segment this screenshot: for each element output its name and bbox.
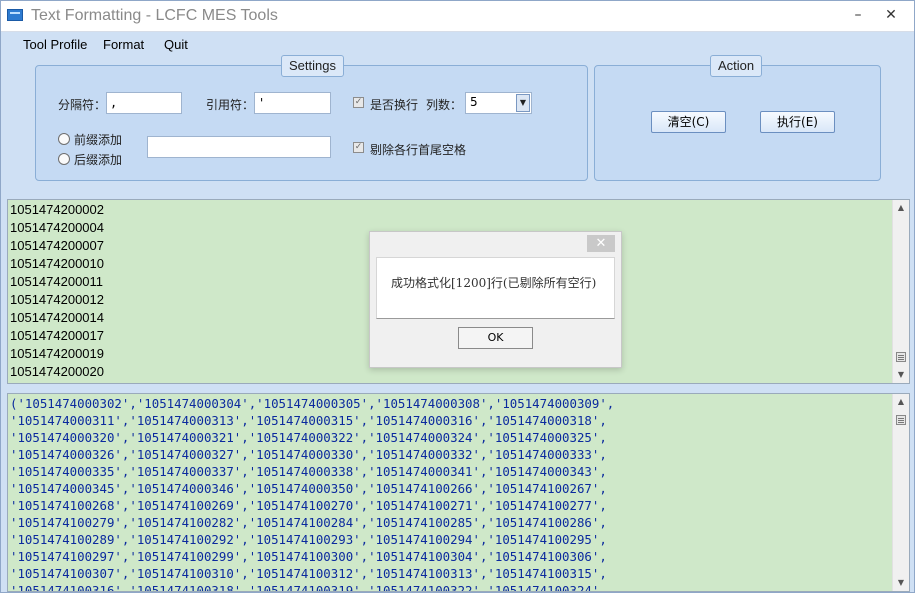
input-scrollbar[interactable]: ▲ ▼ bbox=[892, 200, 909, 383]
output-line: '1051474000320','1051474000321','1051474… bbox=[10, 430, 607, 445]
input-line: 1051474200012 bbox=[10, 292, 104, 307]
message-dialog: ✕ 成功格式化[1200]行(已剔除所有空行) OK bbox=[369, 231, 622, 368]
chevron-down-icon[interactable]: ▼ bbox=[516, 94, 530, 112]
input-line: 1051474200004 bbox=[10, 220, 104, 235]
input-lines: 1051474200002 1051474200004 1051474200007 1… bbox=[10, 201, 104, 381]
input-line: 1051474200011 bbox=[10, 274, 104, 289]
app-icon bbox=[7, 9, 23, 21]
output-scrollbar[interactable]: ▲ ▼ bbox=[892, 394, 909, 591]
output-line: '1051474100297','1051474100299','1051474… bbox=[10, 549, 607, 564]
input-line: 1051474200014 bbox=[10, 310, 104, 325]
output-lines: ('1051474000302','1051474000304','105147… bbox=[10, 395, 615, 592]
output-line: '1051474100268','1051474100269','1051474… bbox=[10, 498, 607, 513]
input-line: 1051474200007 bbox=[10, 238, 104, 253]
input-line: 1051474200017 bbox=[10, 328, 104, 343]
wrap-checkbox[interactable]: ✓ bbox=[353, 97, 364, 108]
input-line: 1051474200020 bbox=[10, 364, 104, 379]
output-line: ('1051474000302','1051474000304','105147… bbox=[10, 396, 615, 411]
window-title: Text Formatting - LCFC MES Tools bbox=[31, 7, 278, 24]
output-line: '1051474000335','1051474000337','1051474… bbox=[10, 464, 607, 479]
scroll-thumb[interactable] bbox=[896, 352, 906, 362]
scroll-up-icon[interactable]: ▲ bbox=[893, 200, 909, 216]
suffix-radio[interactable] bbox=[58, 153, 70, 165]
affix-input[interactable] bbox=[147, 136, 331, 158]
dialog-body: 成功格式化[1200]行(已剔除所有空行) bbox=[376, 257, 615, 319]
dialog-close-button[interactable]: ✕ bbox=[587, 235, 615, 252]
output-line: '1051474100316','1051474100318','1051474… bbox=[10, 583, 607, 592]
dialog-message: 成功格式化[1200]行(已剔除所有空行) bbox=[391, 276, 597, 290]
columns-value: 5 bbox=[470, 95, 478, 109]
clear-button[interactable]: 清空(C) bbox=[651, 111, 726, 133]
separator-input[interactable] bbox=[106, 92, 182, 114]
menu-format[interactable]: Format bbox=[103, 37, 144, 52]
output-textarea[interactable]: ('1051474000302','1051474000304','105147… bbox=[7, 393, 910, 592]
prefix-radio[interactable] bbox=[58, 133, 70, 145]
action-group: Action 清空(C) 执行(E) bbox=[594, 55, 881, 181]
scroll-down-icon[interactable]: ▼ bbox=[893, 575, 909, 591]
input-line: 1051474200019 bbox=[10, 346, 104, 361]
suffix-label: 后缀添加 bbox=[74, 153, 123, 167]
scroll-down-icon[interactable]: ▼ bbox=[893, 367, 909, 383]
wrap-checkbox-label: 是否换行 bbox=[370, 98, 419, 112]
trim-checkbox-label: 剔除各行首尾空格 bbox=[370, 143, 467, 157]
title-bar: Text Formatting - LCFC MES Tools – ✕ bbox=[1, 1, 914, 32]
menu-tool-profile[interactable]: Tool Profile bbox=[23, 37, 87, 52]
minimize-button[interactable]: – bbox=[847, 5, 869, 25]
menu-quit[interactable]: Quit bbox=[164, 37, 188, 52]
columns-select[interactable]: 5 ▼ bbox=[465, 92, 532, 114]
columns-label: 列数： bbox=[426, 98, 463, 112]
execute-button[interactable]: 执行(E) bbox=[760, 111, 835, 133]
settings-title: Settings bbox=[281, 55, 344, 77]
app-window: Text Formatting - LCFC MES Tools – ✕ Too… bbox=[0, 0, 915, 593]
trim-checkbox[interactable]: ✓ bbox=[353, 142, 364, 153]
settings-group: Settings 分隔符： 引用符： ✓ 是否换行 列数： 5 ▼ 前缀添加 后… bbox=[35, 55, 588, 181]
action-title: Action bbox=[710, 55, 763, 77]
input-line: 1051474200002 bbox=[10, 202, 104, 217]
prefix-label: 前缀添加 bbox=[74, 133, 123, 147]
output-line: '1051474100289','1051474100292','1051474… bbox=[10, 532, 607, 547]
output-line: '1051474000311','1051474000313','1051474… bbox=[10, 413, 607, 428]
input-line: 1051474200010 bbox=[10, 256, 104, 271]
close-button[interactable]: ✕ bbox=[880, 5, 902, 25]
scroll-thumb[interactable] bbox=[896, 415, 906, 425]
scroll-up-icon[interactable]: ▲ bbox=[893, 394, 909, 410]
output-line: '1051474100307','1051474100310','1051474… bbox=[10, 566, 607, 581]
quote-label: 引用符： bbox=[206, 98, 255, 112]
quote-input[interactable] bbox=[254, 92, 331, 114]
dialog-ok-button[interactable]: OK bbox=[458, 327, 533, 349]
output-line: '1051474000345','1051474000346','1051474… bbox=[10, 481, 607, 496]
output-line: '1051474100279','1051474100282','1051474… bbox=[10, 515, 607, 530]
output-line: '1051474000326','1051474000327','1051474… bbox=[10, 447, 607, 462]
separator-label: 分隔符： bbox=[58, 98, 107, 112]
